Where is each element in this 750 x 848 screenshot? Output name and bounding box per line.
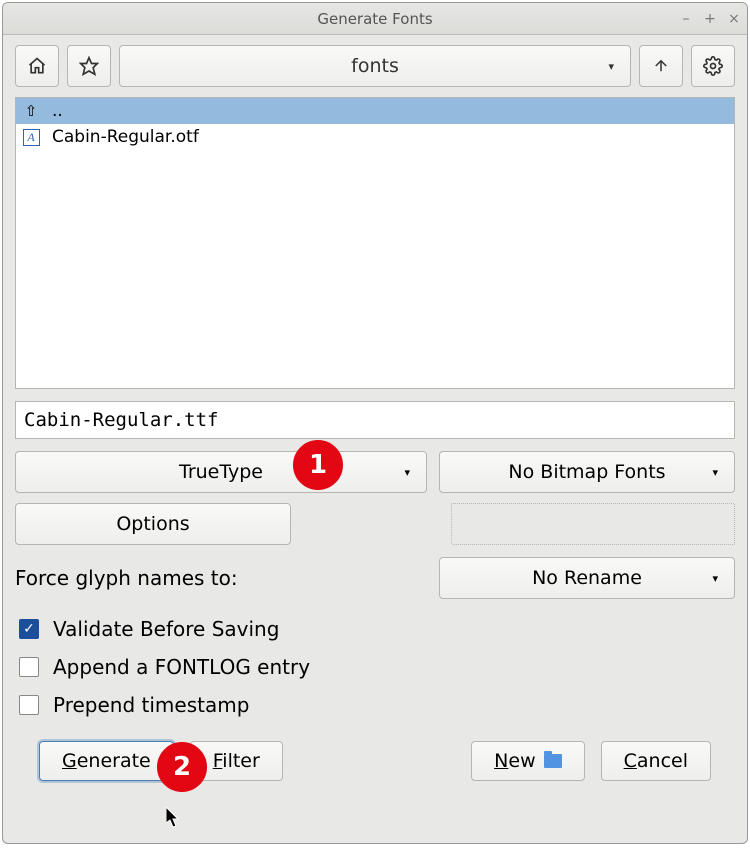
options-label: Options [116, 513, 189, 535]
options-button[interactable]: Options [15, 503, 291, 545]
file-name: Cabin-Regular.otf [52, 127, 199, 147]
window-controls: – + × [679, 11, 741, 27]
file-row-parent[interactable]: ⇧ .. [16, 98, 734, 124]
up-directory-button[interactable] [639, 45, 683, 87]
maximize-icon[interactable]: + [703, 11, 717, 27]
fontlog-checkbox[interactable] [19, 657, 39, 677]
chevron-down-icon: ▾ [712, 466, 718, 479]
path-toolbar: fonts ▾ [3, 35, 747, 97]
validate-checkbox[interactable] [19, 619, 39, 639]
fontlog-label: Append a FONTLOG entry [53, 655, 310, 679]
timestamp-label: Prepend timestamp [53, 693, 249, 717]
generate-fonts-dialog: Generate Fonts – + × fonts ▾ [2, 2, 748, 844]
validate-label: Validate Before Saving [53, 617, 279, 641]
up-arrow-icon [652, 57, 670, 75]
close-icon[interactable]: × [727, 11, 741, 27]
gear-icon [703, 56, 723, 76]
new-label: New [494, 750, 535, 772]
annotation-badge-1: 1 [293, 440, 343, 490]
home-icon [27, 56, 47, 76]
validate-checkbox-row: Validate Before Saving [19, 617, 731, 641]
empty-panel [451, 503, 735, 545]
bookmark-button[interactable] [67, 45, 111, 87]
chevron-down-icon: ▾ [608, 60, 614, 73]
cancel-label: Cancel [624, 750, 688, 772]
settings-button[interactable] [691, 45, 735, 87]
home-button[interactable] [15, 45, 59, 87]
chevron-down-icon: ▾ [404, 466, 410, 479]
cancel-button[interactable]: Cancel [601, 741, 711, 781]
path-dropdown[interactable]: fonts ▾ [119, 45, 631, 87]
folder-icon [544, 754, 562, 768]
generate-label: Generate [62, 750, 151, 772]
window-title: Generate Fonts [3, 10, 747, 28]
chevron-down-icon: ▾ [712, 572, 718, 585]
font-format-selected: TrueType [179, 461, 263, 483]
rename-dropdown[interactable]: No Rename ▾ [439, 557, 735, 599]
file-name: .. [52, 101, 63, 121]
new-button[interactable]: New [471, 741, 584, 781]
timestamp-checkbox-row: Prepend timestamp [19, 693, 731, 717]
star-icon [79, 56, 99, 76]
annotation-badge-2: 2 [157, 742, 207, 792]
dialog-actions: Generate Filter New Cancel [3, 735, 747, 797]
timestamp-checkbox[interactable] [19, 695, 39, 715]
force-glyph-names-label: Force glyph names to: [15, 566, 427, 590]
minimize-icon[interactable]: – [679, 11, 693, 27]
bitmap-fonts-dropdown[interactable]: No Bitmap Fonts ▾ [439, 451, 735, 493]
file-row[interactable]: A Cabin-Regular.otf [16, 124, 734, 150]
rename-selected: No Rename [532, 567, 642, 589]
file-list[interactable]: ⇧ .. A Cabin-Regular.otf [15, 97, 735, 389]
up-arrow-icon: ⇧ [20, 102, 42, 120]
filename-input[interactable] [15, 401, 735, 439]
path-label: fonts [351, 55, 399, 77]
generate-button[interactable]: Generate [39, 741, 174, 781]
font-file-icon: A [20, 129, 42, 146]
bitmap-fonts-selected: No Bitmap Fonts [508, 461, 665, 483]
font-format-dropdown[interactable]: TrueType ▾ [15, 451, 427, 493]
filter-label: Filter [213, 750, 260, 772]
fontlog-checkbox-row: Append a FONTLOG entry [19, 655, 731, 679]
titlebar[interactable]: Generate Fonts – + × [3, 3, 747, 35]
